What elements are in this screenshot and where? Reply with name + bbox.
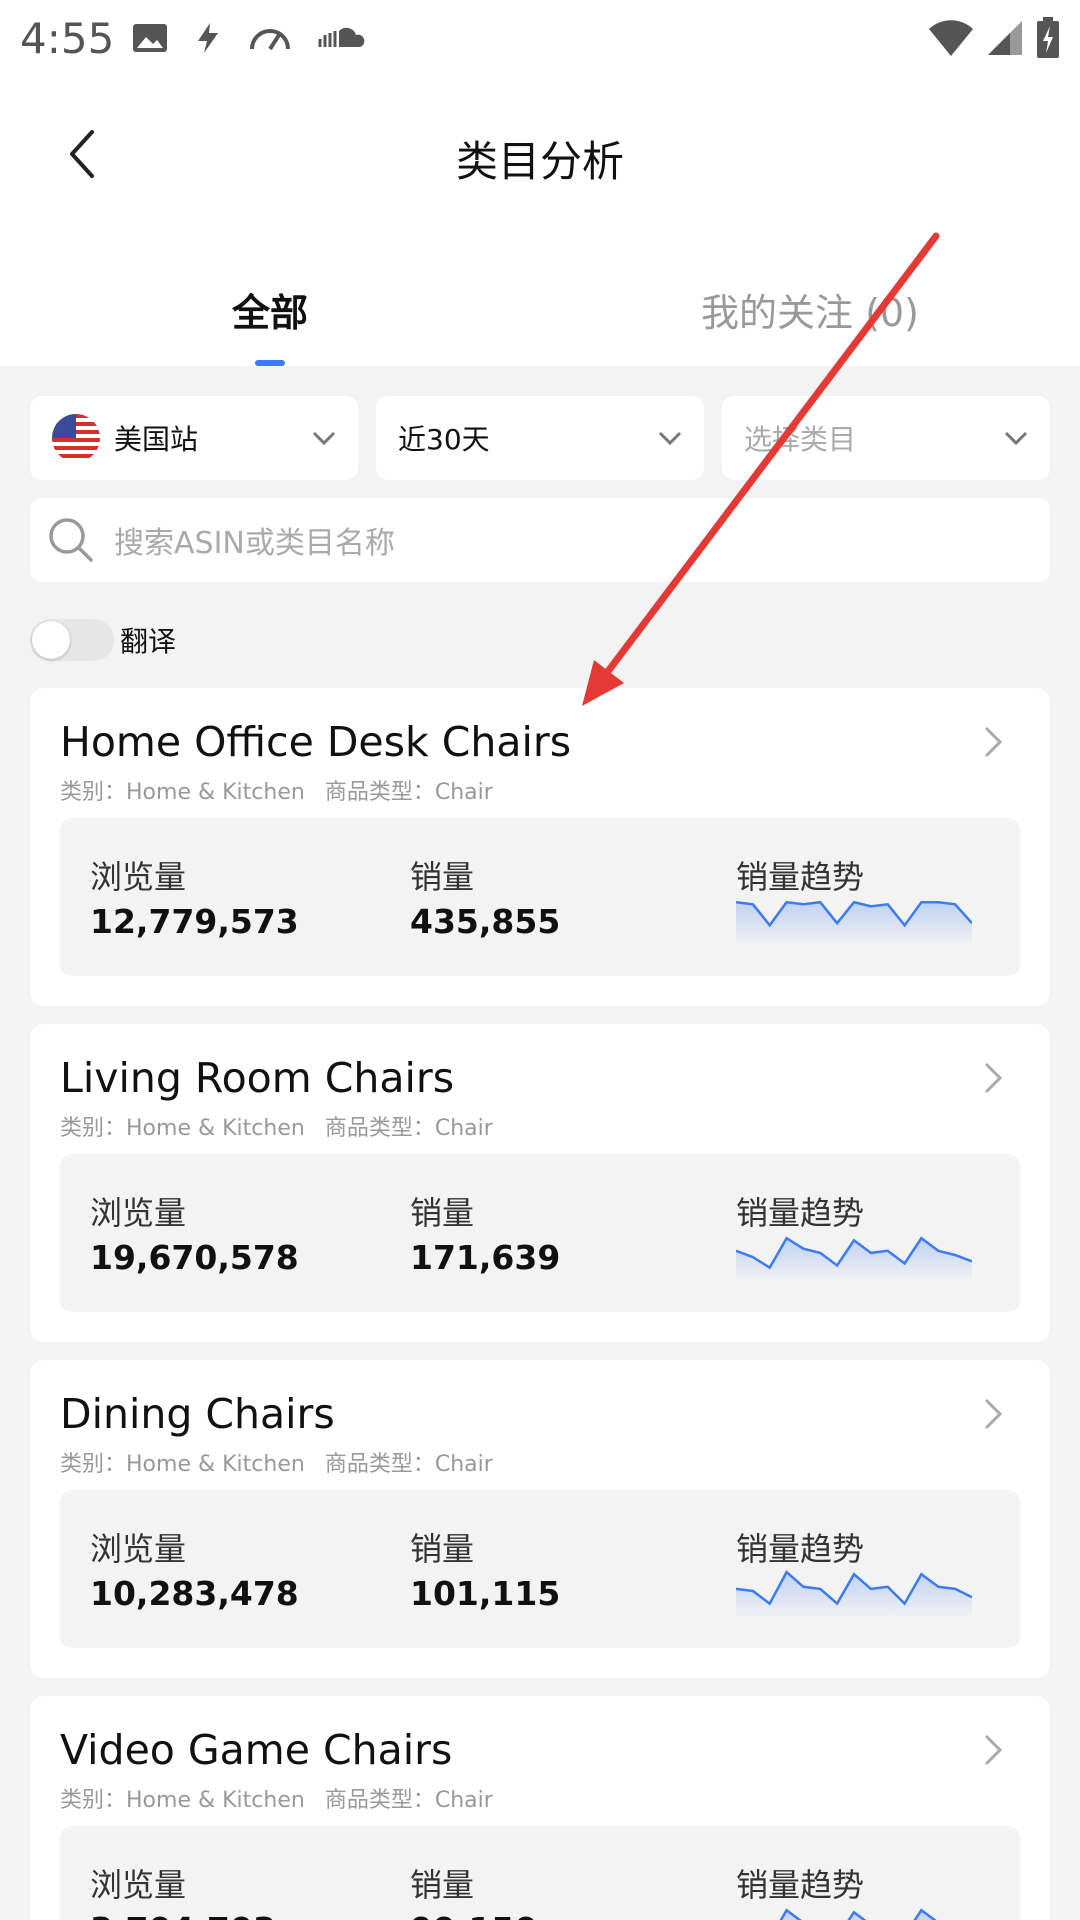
tab-my-follows[interactable]: 我的关注 (0) (690, 282, 930, 337)
category-select-placeholder: 选择类目 (744, 423, 857, 456)
stats-panel: 浏览量 12,779,573 销量 435,855 销量趋势 (60, 818, 1020, 976)
views-value: 12,779,573 (90, 902, 299, 941)
flash-icon (198, 23, 218, 53)
category-label: 类别： (60, 1788, 127, 1813)
image-icon (133, 24, 167, 52)
sales-label: 销量 (410, 1530, 475, 1568)
tab-all[interactable]: 全部 (200, 282, 340, 337)
search-placeholder: 搜索ASIN或类目名称 (114, 526, 395, 561)
card-meta: 类别：Home & Kitchen 商品类型：Chair (60, 774, 493, 806)
translate-row: 翻译 (30, 618, 176, 662)
views-label: 浏览量 (90, 1194, 187, 1232)
views-value: 10,283,478 (90, 1574, 299, 1613)
type-value: Chair (434, 1116, 493, 1141)
battery-icon (1037, 17, 1059, 58)
trend-label: 销量趋势 (736, 1866, 865, 1904)
speedometer-icon (250, 29, 290, 51)
site-select-label: 美国站 (114, 423, 199, 456)
page: 4:55 类目分析 全部 我的关注 (0) 美国站 近30天 选择类目 搜索AS… (0, 0, 1080, 1920)
trend-label: 销量趋势 (736, 858, 865, 896)
stats-panel: 浏览量 3,704,703 销量 99,150 销量趋势 (60, 1826, 1020, 1920)
type-label: 商品类型： (324, 1452, 435, 1477)
search-icon (49, 518, 93, 562)
category-card[interactable]: Living Room Chairs 类别：Home & Kitchen 商品类型：… (30, 1024, 1050, 1342)
chevron-down-icon (1004, 431, 1028, 446)
card-meta: 类别：Home & Kitchen 商品类型：Chair (60, 1446, 493, 1478)
toggle-knob (32, 621, 70, 659)
views-value: 3,704,703 (90, 1910, 276, 1920)
category-card[interactable]: Home Office Desk Chairs 类别：Home & Kitchen… (30, 688, 1050, 1006)
status-time: 4:55 (20, 13, 115, 63)
card-title: Home Office Desk Chairs (60, 718, 572, 766)
category-value: Home & Kitchen (126, 1116, 305, 1141)
sales-label: 销量 (410, 858, 475, 896)
type-label: 商品类型： (324, 1788, 435, 1813)
views-label: 浏览量 (90, 858, 187, 896)
trend-label: 销量趋势 (736, 1530, 865, 1568)
chevron-right-icon (984, 1734, 1003, 1766)
category-value: Home & Kitchen (126, 1452, 305, 1477)
category-label: 类别： (60, 780, 127, 805)
chevron-right-icon (984, 726, 1003, 758)
tab-bar: 全部 我的关注 (0) (0, 236, 1080, 366)
search-input[interactable]: 搜索ASIN或类目名称 (30, 498, 1050, 582)
category-label: 类别： (60, 1116, 127, 1141)
sales-trend-sparkline (736, 1570, 972, 1616)
stats-panel: 浏览量 19,670,578 销量 171,639 销量趋势 (60, 1154, 1020, 1312)
filter-row: 美国站 近30天 选择类目 (30, 396, 1050, 480)
sales-value: 101,115 (410, 1574, 561, 1613)
sales-value: 171,639 (410, 1238, 561, 1277)
sales-trend-sparkline (736, 1236, 972, 1280)
period-select[interactable]: 近30天 (376, 396, 704, 480)
sales-value: 99,150 (410, 1910, 537, 1920)
type-label: 商品类型： (324, 1116, 435, 1141)
signal-icon (988, 21, 1022, 55)
card-meta: 类别：Home & Kitchen 商品类型：Chair (60, 1110, 493, 1142)
card-title: Video Game Chairs (60, 1726, 453, 1774)
type-value: Chair (434, 1788, 493, 1813)
sales-trend-sparkline (736, 900, 972, 944)
trend-label: 销量趋势 (736, 1194, 865, 1232)
category-value: Home & Kitchen (126, 780, 305, 805)
type-value: Chair (434, 780, 493, 805)
sales-value: 435,855 (410, 902, 561, 941)
chevron-right-icon (984, 1398, 1003, 1430)
category-card[interactable]: Video Game Chairs 类别：Home & Kitchen 商品类型：C… (30, 1696, 1050, 1920)
translate-toggle[interactable] (30, 619, 114, 661)
wifi-icon (929, 20, 973, 56)
period-select-label: 近30天 (398, 423, 490, 456)
sparkline-area (736, 1238, 972, 1280)
us-flag-icon (52, 414, 100, 462)
category-select[interactable]: 选择类目 (722, 396, 1050, 480)
sales-trend-sparkline (779, 1908, 937, 1920)
chevron-right-icon (984, 1062, 1003, 1094)
category-value: Home & Kitchen (126, 1788, 305, 1813)
card-meta: 类别：Home & Kitchen 商品类型：Chair (60, 1782, 493, 1814)
sales-label: 销量 (410, 1194, 475, 1232)
tab-indicator (255, 360, 285, 366)
sparkline-area (736, 1572, 972, 1616)
card-title: Living Room Chairs (60, 1054, 455, 1102)
type-label: 商品类型： (324, 780, 435, 805)
category-label: 类别： (60, 1452, 127, 1477)
translate-label: 翻译 (120, 625, 177, 658)
stats-panel: 浏览量 10,283,478 销量 101,115 销量趋势 (60, 1490, 1020, 1648)
page-title: 类目分析 (455, 137, 624, 186)
views-label: 浏览量 (90, 1866, 187, 1904)
category-card[interactable]: Dining Chairs 类别：Home & Kitchen 商品类型：Chair… (30, 1360, 1050, 1678)
views-value: 19,670,578 (90, 1238, 299, 1277)
card-title: Dining Chairs (60, 1390, 335, 1438)
header: 类目分析 (0, 76, 1080, 236)
chevron-down-icon (312, 431, 336, 446)
views-label: 浏览量 (90, 1530, 187, 1568)
status-bar: 4:55 (0, 0, 1080, 76)
sales-label: 销量 (410, 1866, 475, 1904)
chevron-down-icon (658, 431, 682, 446)
type-value: Chair (434, 1452, 493, 1477)
site-select[interactable]: 美国站 (30, 396, 358, 480)
cloud-icon (318, 27, 365, 47)
